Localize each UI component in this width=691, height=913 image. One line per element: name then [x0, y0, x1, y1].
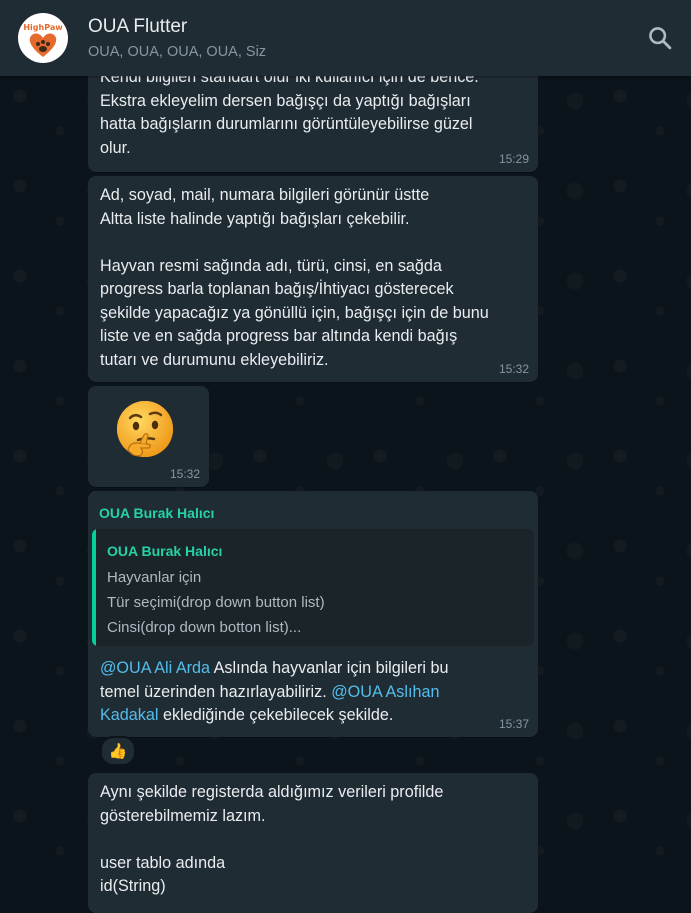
message-bubble[interactable]: Aynı şekilde registerda aldığımız verile…	[88, 773, 538, 913]
sender-name[interactable]: OUA Burak Halıcı	[99, 505, 214, 521]
mention-link[interactable]: @OUA Ali Arda	[100, 659, 210, 677]
message-bubble[interactable]: Ad, soyad, mail, numara bilgileri görünü…	[88, 176, 538, 382]
chat-participants: OUA, OUA, OUA, OUA, Siz	[88, 44, 267, 60]
search-icon[interactable]	[646, 24, 674, 52]
thumbs-up-reaction[interactable]: 👍	[100, 736, 136, 766]
message-text: Aynı şekilde registerda aldığımız verile…	[100, 783, 444, 895]
chat-header[interactable]: HighPaw OUA Flutter OUA, OUA, OUA, OUA, …	[0, 0, 691, 76]
message-time: 15:32	[169, 467, 200, 481]
message-text: Ad, soyad, mail, numara bilgileri görünü…	[100, 186, 489, 369]
message-text: Kendi bilgileri standart olur iki kullan…	[100, 68, 479, 157]
quoted-sender-name: OUA Burak Halıcı	[107, 543, 223, 559]
message-text: @OUA Ali Arda Aslında hayvanlar için bil…	[100, 657, 526, 728]
quoted-message[interactable]: OUA Burak Halıcı Hayvanlar için Tür seçi…	[92, 529, 534, 646]
message-time: 15:29	[498, 152, 529, 166]
group-avatar[interactable]: HighPaw	[18, 13, 68, 63]
quote-accent-bar	[92, 529, 96, 646]
highpaw-logo	[29, 33, 57, 57]
chat-title[interactable]: OUA Flutter	[88, 16, 187, 38]
reply-message-bubble[interactable]: OUA Burak Halıcı OUA Burak Halıcı Hayvan…	[88, 491, 538, 737]
message-text-part: eklediğinde çekebilecek şekilde.	[158, 706, 394, 724]
message-time: 15:32	[498, 362, 529, 376]
message-time: 15:37	[498, 717, 529, 731]
logo-text: HighPaw	[23, 23, 63, 32]
thinking-face-emoji	[114, 398, 180, 464]
emoji-message-bubble[interactable]: 15:32	[88, 386, 209, 487]
quoted-text: Hayvanlar için Tür seçimi(drop down butt…	[107, 569, 325, 636]
